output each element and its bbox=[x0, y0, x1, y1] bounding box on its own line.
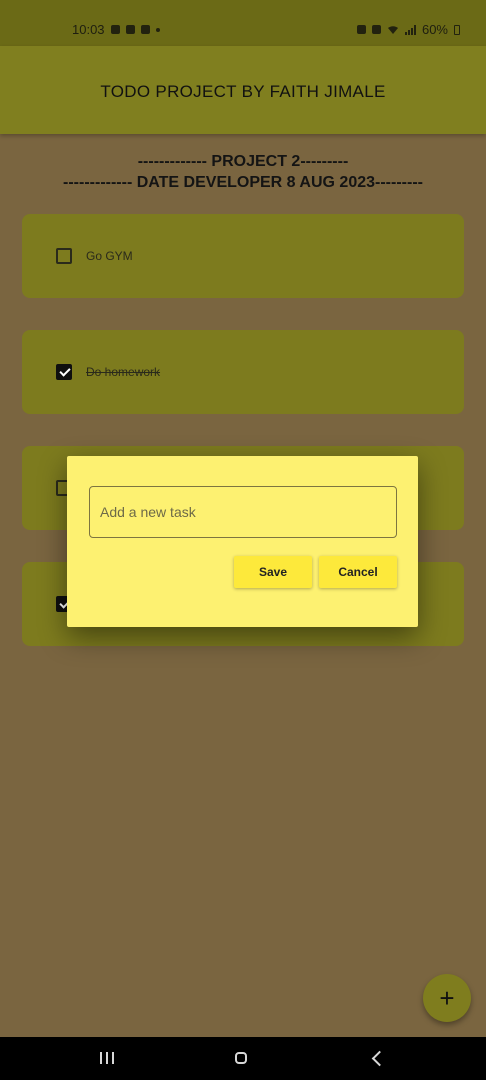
add-task-dialog: Save Cancel bbox=[67, 456, 418, 627]
save-button[interactable]: Save bbox=[234, 556, 312, 588]
new-task-input[interactable] bbox=[89, 486, 397, 538]
back-icon[interactable] bbox=[371, 1050, 388, 1067]
cancel-button[interactable]: Cancel bbox=[319, 556, 397, 588]
home-icon[interactable] bbox=[235, 1052, 247, 1064]
recents-icon[interactable] bbox=[100, 1052, 114, 1064]
plus-icon: + bbox=[439, 983, 455, 1013]
system-nav-bar bbox=[0, 1037, 486, 1080]
add-task-fab[interactable]: + bbox=[423, 974, 471, 1022]
